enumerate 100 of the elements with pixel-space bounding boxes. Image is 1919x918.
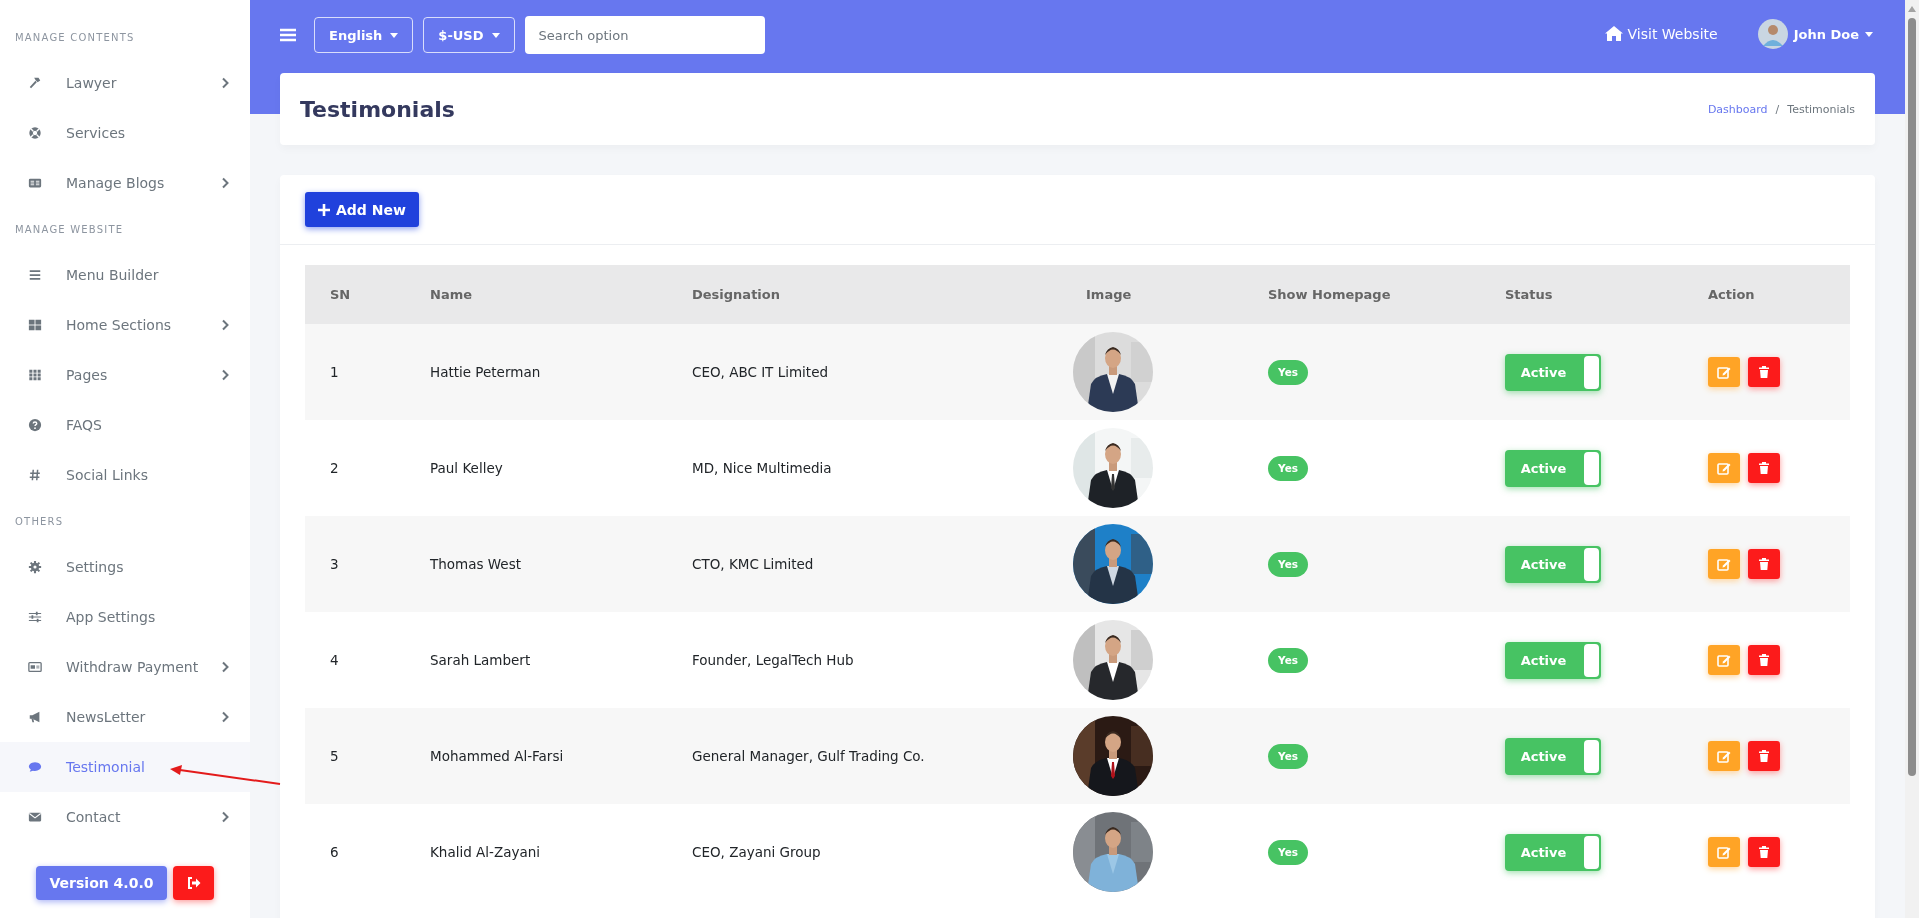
page-title: Testimonials	[300, 96, 456, 122]
bars-icon	[28, 268, 42, 282]
table-cell: CEO, ABC IT Limited	[667, 324, 1061, 420]
status-badge: Yes	[1268, 455, 1308, 481]
breadcrumb-link[interactable]: Dashboard	[1707, 102, 1768, 116]
delete-button[interactable]	[1748, 837, 1780, 867]
edit-icon	[1717, 461, 1731, 475]
edit-icon	[1717, 557, 1731, 571]
status-badge: Yes	[1268, 743, 1308, 769]
sidebar-item[interactable]: Home Sections	[0, 300, 250, 350]
search-field[interactable]: Search option	[524, 16, 765, 54]
status-badge: Yes	[1268, 647, 1308, 673]
column-header: Image	[1061, 265, 1243, 324]
card-icon	[28, 660, 42, 674]
table-cell: 1	[305, 324, 405, 420]
status-badge: Yes	[1268, 551, 1308, 577]
lifering-icon	[28, 126, 42, 140]
caret-icon	[1865, 31, 1873, 37]
delete-button[interactable]	[1748, 549, 1780, 579]
section-heading: MANAGE CONTENTS	[15, 31, 135, 43]
table-cell: General Manager, Gulf Trading Co.	[667, 708, 1061, 804]
breadcrumb-separator: /	[1775, 102, 1780, 116]
table-cell: 3	[305, 516, 405, 612]
gear-icon	[28, 560, 42, 574]
logout-button[interactable]	[173, 866, 215, 900]
grid4-icon	[28, 318, 42, 332]
section-heading: OTHERS	[15, 515, 64, 527]
sidebar-item[interactable]: Contact	[0, 792, 250, 842]
sidebar-item[interactable]: Social Links	[0, 450, 250, 500]
visit-website-link[interactable]: Visit Website	[1603, 25, 1718, 42]
sidebar-item[interactable]: Testimonial	[0, 742, 250, 792]
trash-icon	[1757, 365, 1771, 379]
delete-button[interactable]	[1748, 453, 1780, 483]
column-header: SN	[305, 265, 405, 324]
table-cell: 5	[305, 708, 405, 804]
table-cell-text: 4	[329, 651, 340, 670]
home-icon	[1603, 25, 1624, 42]
delete-button[interactable]	[1748, 645, 1780, 675]
column-header: Name	[405, 265, 667, 324]
table-cell: Mohammed Al-Farsi	[405, 708, 667, 804]
chevron-icon	[220, 811, 230, 823]
sidebar-item[interactable]: Services	[0, 108, 250, 158]
breadcrumb-current: Testimonials	[1787, 102, 1855, 116]
envelope-icon	[28, 810, 42, 824]
chevron-icon	[220, 661, 230, 673]
sidebar-item[interactable]: NewsLetter	[0, 692, 250, 742]
status-badge: Yes	[1268, 839, 1308, 865]
menu-icon[interactable]	[280, 28, 296, 42]
edit-icon	[1717, 845, 1731, 859]
sidebar-item[interactable]: Withdraw Payment	[0, 642, 250, 692]
chevron-icon	[220, 711, 230, 723]
column-header: Status	[1480, 265, 1683, 324]
table-cell-text: Paul Kelley	[429, 459, 504, 478]
trash-icon	[1757, 653, 1771, 667]
caret-icon	[491, 32, 500, 38]
column-header: Designation	[667, 265, 1061, 324]
chevron-icon	[220, 77, 230, 89]
table-cell-text: 6	[329, 843, 340, 862]
section-heading: MANAGE WEBSITE	[15, 223, 124, 235]
sliders-icon	[28, 610, 42, 624]
sidebar-item[interactable]: FAQS	[0, 400, 250, 450]
plus-icon	[318, 203, 330, 216]
grid9-icon	[28, 368, 42, 382]
delete-button[interactable]	[1748, 741, 1780, 771]
sidebar-item[interactable]: Settings	[0, 542, 250, 592]
caret-icon	[390, 32, 399, 38]
trash-icon	[1757, 845, 1771, 859]
table-cell: CTO, KMC Limited	[667, 516, 1061, 612]
table-cell-text: CEO, Zayani Group	[691, 843, 822, 862]
version-button[interactable]: Version 4.0.0	[35, 866, 168, 900]
sign-out-icon	[186, 877, 201, 889]
sidebar-item[interactable]: Lawyer	[0, 58, 250, 108]
add-new-button[interactable]: Add New	[305, 192, 419, 227]
question-icon	[28, 418, 42, 432]
table-cell-text: Sarah Lambert	[429, 651, 532, 670]
table-cell-text: Founder, LegalTech Hub	[691, 651, 855, 670]
user-menu[interactable]: John Doe	[1757, 19, 1873, 49]
table-cell: Thomas West	[405, 516, 667, 612]
table-cell: Hattie Peterman	[405, 324, 667, 420]
sidebar-item[interactable]: Manage Blogs	[0, 158, 250, 208]
column-header: Show Homepage	[1243, 265, 1480, 324]
delete-button[interactable]	[1748, 357, 1780, 387]
hash-icon	[28, 468, 42, 482]
hammer-icon	[28, 76, 42, 90]
newspaper-icon	[28, 176, 42, 190]
table-cell-text: 2	[329, 459, 340, 478]
language-dropdown[interactable]: English	[314, 17, 414, 53]
trash-icon	[1757, 461, 1771, 475]
column-header: Action	[1683, 265, 1850, 324]
table-cell-text: Khalid Al-Zayani	[429, 843, 541, 862]
sidebar-item[interactable]: Pages	[0, 350, 250, 400]
sidebar-item[interactable]: Menu Builder	[0, 250, 250, 300]
chevron-icon	[220, 369, 230, 381]
edit-icon	[1717, 749, 1731, 763]
avatar	[1757, 19, 1788, 49]
comment-icon	[28, 760, 42, 774]
trash-icon	[1757, 749, 1771, 763]
currency-dropdown[interactable]: $-USD	[423, 17, 515, 53]
sidebar-item[interactable]: App Settings	[0, 592, 250, 642]
megaphone-icon	[28, 710, 42, 724]
